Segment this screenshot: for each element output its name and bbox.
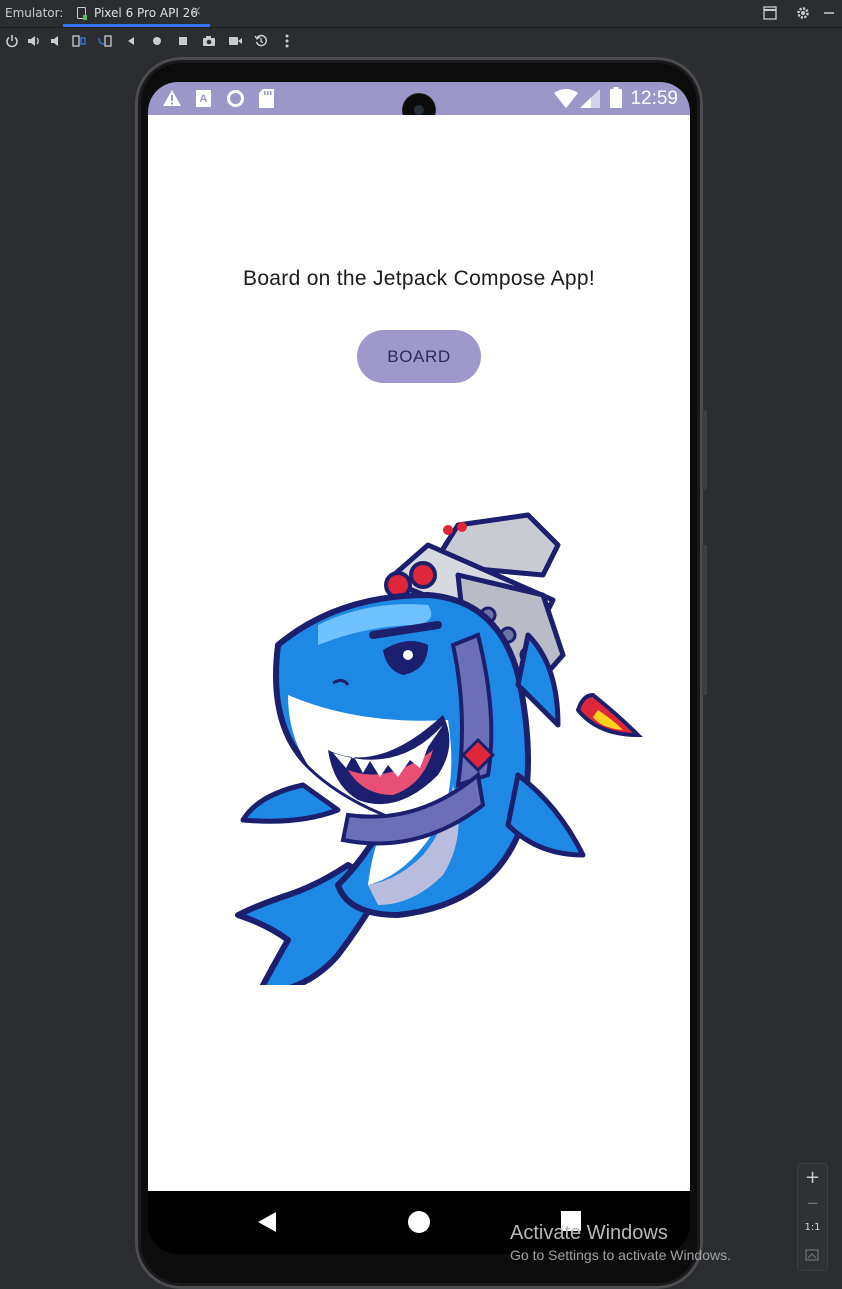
app-content: Board on the Jetpack Compose App! BOARD: [148, 115, 690, 1191]
circle-icon: [227, 90, 244, 107]
power-icon[interactable]: [3, 32, 21, 50]
home-icon[interactable]: [148, 32, 166, 50]
side-button-power[interactable]: [702, 410, 707, 490]
shark-jetpack-illustration: [235, 512, 643, 985]
zoom-controls: + − 1:1: [797, 1163, 828, 1271]
more-icon[interactable]: [278, 32, 296, 50]
rotate-left-icon[interactable]: [70, 32, 88, 50]
svg-text:A: A: [200, 93, 208, 105]
snapshot-icon[interactable]: [252, 32, 270, 50]
status-bar: A 12:59: [148, 82, 690, 126]
font-icon: A: [196, 90, 211, 107]
battery-icon: [610, 87, 622, 108]
tab-device-label: Pixel 6 Pro API 26: [94, 6, 198, 20]
volume-down-icon[interactable]: [47, 32, 65, 50]
activate-windows-watermark: Activate Windows Go to Settings to activ…: [510, 1222, 731, 1263]
volume-up-icon[interactable]: [25, 32, 43, 50]
window-icon[interactable]: [763, 6, 777, 20]
status-clock: 12:59: [630, 88, 678, 109]
close-icon[interactable]: ×: [191, 4, 202, 19]
record-icon[interactable]: [226, 32, 244, 50]
wifi-icon: [554, 89, 578, 108]
zoom-out-button[interactable]: −: [798, 1194, 827, 1212]
sd-card-icon: [259, 89, 274, 108]
signal-icon: [580, 89, 600, 108]
phone-screen: A 12:59 Board on the Jetpack Compose App…: [148, 82, 690, 1254]
board-button[interactable]: BOARD: [357, 330, 481, 383]
home-icon[interactable]: [407, 1210, 431, 1234]
actual-size-button[interactable]: 1:1: [798, 1222, 827, 1233]
fit-screen-icon[interactable]: [805, 1248, 819, 1262]
screenshot-icon[interactable]: [200, 32, 218, 50]
tab-device[interactable]: Pixel 6 Pro API 26 ×: [63, 0, 210, 27]
minimize-icon[interactable]: [823, 6, 835, 20]
settings-icon[interactable]: [796, 6, 810, 20]
back-icon[interactable]: [256, 1210, 278, 1234]
warning-icon: [163, 90, 181, 106]
watermark-title: Activate Windows: [510, 1222, 668, 1244]
side-button-volume[interactable]: [702, 545, 707, 695]
rotate-right-icon[interactable]: [96, 32, 114, 50]
emulator-label: Emulator:: [5, 6, 64, 20]
back-icon[interactable]: [122, 32, 140, 50]
watermark-subtitle: Go to Settings to activate Windows.: [510, 1247, 731, 1263]
ide-tab-bar: Emulator: Pixel 6 Pro API 26 ×: [0, 0, 842, 28]
overview-icon[interactable]: [174, 32, 192, 50]
device-icon: [77, 7, 87, 20]
emulator-toolbar: [0, 28, 842, 55]
zoom-in-button[interactable]: +: [798, 1167, 827, 1188]
page-title: Board on the Jetpack Compose App!: [243, 267, 595, 290]
